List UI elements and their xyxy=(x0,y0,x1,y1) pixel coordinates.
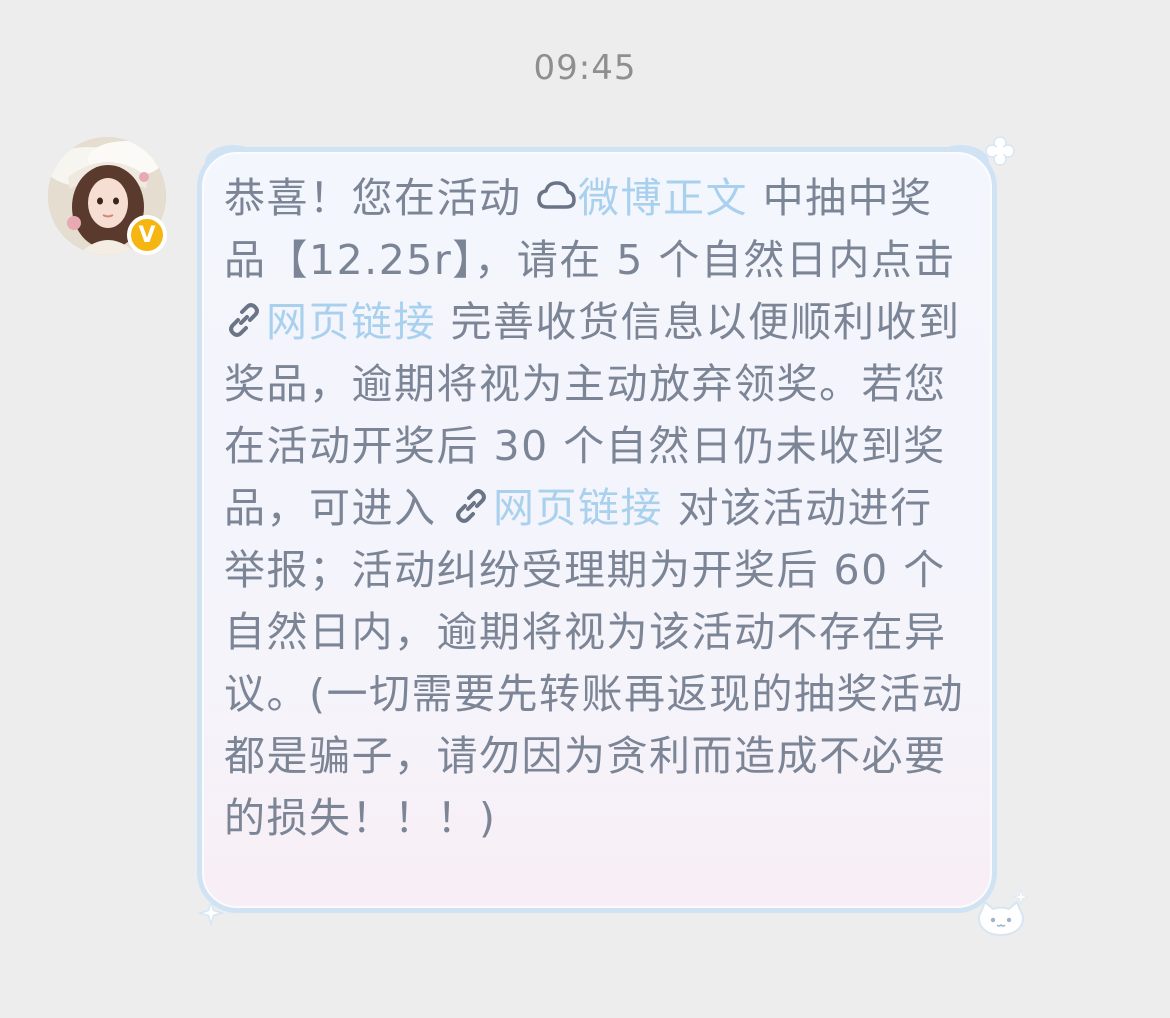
weibo-cloud-icon xyxy=(536,176,576,216)
message-text: 恭喜！您在活动 微博正文 中抽中奖品【12.25r】，请在 5 个自然日内点击 … xyxy=(224,167,974,849)
web-link-1-label: 网页链接 xyxy=(266,298,436,346)
message-text-part: 恭喜！您在活动 xyxy=(224,174,537,222)
message-text-part: 对该活动进行举报；活动纠纷受理期为开奖后 60 个自然日内，逾期将视为该活动不存… xyxy=(224,484,964,842)
chat-view: 09:45 V 恭喜！您在活动 微博正文 中抽中奖品【12.25r】，请在 5 … xyxy=(0,0,1170,1018)
weibo-post-link-label: 微博正文 xyxy=(578,174,749,222)
message-bubble[interactable]: 恭喜！您在活动 微博正文 中抽中奖品【12.25r】，请在 5 个自然日内点击 … xyxy=(197,145,997,913)
star-sparkle-icon xyxy=(198,900,224,926)
weibo-post-link[interactable]: 微博正文 xyxy=(536,174,748,222)
verified-badge-icon: V xyxy=(127,215,167,255)
chain-link-icon xyxy=(224,300,264,340)
cat-face-sticker-icon xyxy=(975,898,1027,938)
web-link-2[interactable]: 网页链接 xyxy=(451,484,663,532)
message-timestamp: 09:45 xyxy=(533,48,637,88)
web-link-2-label: 网页链接 xyxy=(493,484,664,532)
web-link-1[interactable]: 网页链接 xyxy=(224,298,436,346)
flower-sparkle-icon xyxy=(985,136,1015,166)
chain-link-icon xyxy=(451,486,491,526)
